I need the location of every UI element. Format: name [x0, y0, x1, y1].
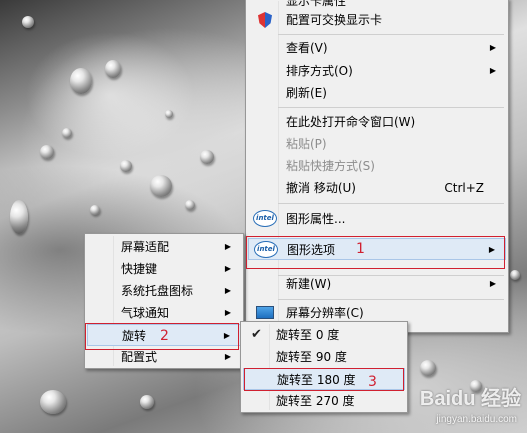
menu-item-screen-fit[interactable]: 屏幕适配 ▶	[87, 236, 241, 258]
menu-item-graphics-properties[interactable]: intel 图形属性...	[248, 208, 506, 230]
shortcut-label: Ctrl+Z	[444, 181, 484, 195]
shield-icon	[258, 12, 272, 28]
menu-item-label: 图形属性...	[286, 212, 346, 226]
menu-item-label: 屏幕分辨率(C)	[286, 306, 364, 320]
menu-item-label: 旋转至 270 度	[276, 394, 355, 408]
menu-item-label: 粘贴(P)	[286, 137, 327, 151]
menu-item-label: 粘贴快捷方式(S)	[286, 159, 375, 173]
menu-item-label: 气球通知	[121, 306, 170, 320]
menu-item-sort-by[interactable]: 排序方式(O) ▶	[248, 60, 506, 82]
chevron-right-icon: ▶	[489, 43, 496, 52]
checkmark-icon: ✔	[251, 327, 262, 342]
water-drop	[40, 390, 66, 414]
menu-item-rotate-0[interactable]: ✔ 旋转至 0 度	[243, 324, 405, 346]
menu-item-rotate-270[interactable]: 旋转至 270 度	[243, 390, 405, 412]
water-drop	[10, 200, 28, 234]
menu-item-tray-icon[interactable]: 系统托盘图标 ▶	[87, 280, 241, 302]
chevron-right-icon: ▶	[224, 286, 231, 295]
menu-item-rotate-90[interactable]: 旋转至 90 度	[243, 346, 405, 368]
water-drop	[105, 60, 121, 78]
water-drop	[420, 360, 436, 376]
menu-item-label: 屏幕适配	[121, 240, 170, 254]
menu-item-label: 配置式	[121, 350, 158, 364]
menu-item-configure-switchable-graphics[interactable]: 配置可交换显示卡	[248, 9, 506, 31]
water-drop	[200, 150, 214, 164]
menu-item-undo-move[interactable]: 撤消 移动(U) Ctrl+Z	[248, 177, 506, 199]
menu-separator	[278, 299, 504, 300]
annotation-box-graphics-options	[246, 236, 505, 269]
chevron-right-icon: ▶	[224, 264, 231, 273]
annotation-step-1: 1	[356, 241, 365, 257]
water-drop	[120, 160, 132, 172]
menu-item-label: 撤消 移动(U)	[286, 181, 356, 195]
annotation-box-rotate-180	[244, 368, 404, 391]
menu-item-label: 新建(W)	[286, 277, 332, 291]
chevron-right-icon: ▶	[224, 308, 231, 317]
chevron-right-icon: ▶	[489, 66, 496, 75]
menu-item-view[interactable]: 查看(V) ▶	[248, 37, 506, 59]
menu-item-label: 刷新(E)	[286, 86, 327, 100]
menu-item-new[interactable]: 新建(W) ▶	[248, 273, 506, 295]
menu-item-label: 排序方式(O)	[286, 64, 353, 78]
menu-separator	[278, 107, 504, 108]
water-drop	[150, 175, 172, 197]
annotation-step-2: 2	[160, 328, 169, 344]
menu-item-label: 旋转至 90 度	[276, 350, 347, 364]
menu-item-label: 在此处打开命令窗口(W)	[286, 115, 416, 129]
intel-icon: intel	[253, 210, 277, 227]
menu-item-label: 配置可交换显示卡	[286, 13, 383, 27]
menu-item-label: 快捷键	[121, 262, 158, 276]
water-drop	[40, 145, 54, 159]
menu-item-label: 系统托盘图标	[121, 284, 194, 298]
menu-item-open-command-window[interactable]: 在此处打开命令窗口(W)	[248, 111, 506, 133]
water-drop	[185, 200, 195, 210]
water-drop	[165, 110, 173, 118]
menu-item-label: 显示卡属性	[286, 0, 347, 8]
desktop-context-menu: 显示卡属性 配置可交换显示卡 查看(V) ▶ 排序方式(O) ▶ 刷新(E) 在…	[245, 0, 509, 333]
monitor-icon	[256, 306, 274, 319]
annotation-step-3: 3	[368, 374, 377, 390]
menu-item-label: 查看(V)	[286, 41, 328, 55]
menu-item-refresh[interactable]: 刷新(E)	[248, 82, 506, 104]
water-drop	[90, 205, 100, 215]
water-drop	[70, 68, 92, 94]
water-drop	[22, 16, 34, 28]
water-drop	[140, 395, 154, 409]
menu-item-label: 旋转至 0 度	[276, 328, 340, 342]
menu-item-hotkeys[interactable]: 快捷键 ▶	[87, 258, 241, 280]
menu-item-paste-shortcut[interactable]: 粘贴快捷方式(S)	[248, 155, 506, 177]
baidu-watermark: Baidu 经验	[419, 388, 521, 410]
menu-separator	[278, 34, 504, 35]
menu-item-balloon-notify[interactable]: 气球通知 ▶	[87, 302, 241, 324]
menu-separator	[278, 203, 504, 204]
baidu-watermark-url: jingyan.baidu.com	[436, 414, 517, 425]
water-drop	[62, 128, 72, 138]
menu-item-paste[interactable]: 粘贴(P)	[248, 133, 506, 155]
water-drop	[510, 270, 520, 280]
chevron-right-icon: ▶	[224, 242, 231, 251]
rotate-submenu: ✔ 旋转至 0 度 旋转至 90 度 旋转至 180 度 旋转至 270 度	[240, 321, 408, 413]
chevron-right-icon: ▶	[489, 279, 496, 288]
